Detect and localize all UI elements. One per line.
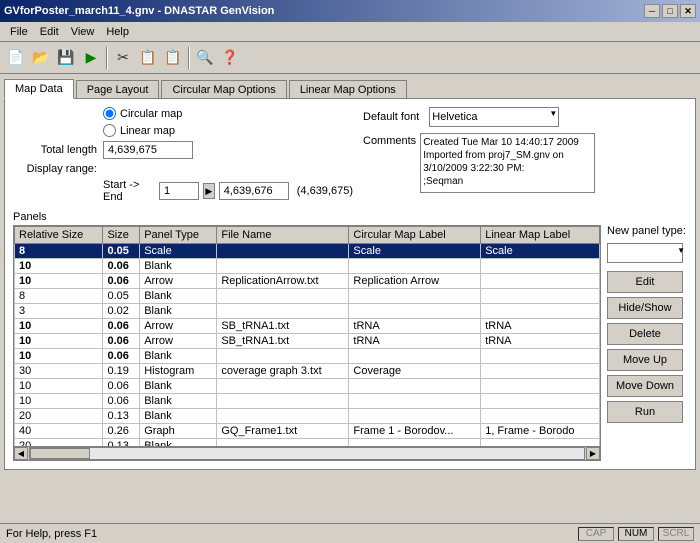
table-row[interactable]: 3 — [15, 304, 103, 319]
table-row[interactable]: 20 — [15, 409, 103, 424]
total-length-label: Total length — [13, 144, 103, 156]
default-font-label: Default font — [363, 111, 419, 123]
default-font-select[interactable]: Helvetica — [429, 107, 559, 127]
delete-button[interactable]: Delete — [607, 323, 683, 345]
status-help-text: For Help, press F1 — [6, 528, 97, 540]
col-panel-type: Panel Type — [140, 227, 217, 244]
table-row[interactable]: 10 — [15, 259, 103, 274]
panels-table: Relative Size Size Panel Type File Name … — [14, 226, 600, 446]
table-row[interactable]: 8 — [15, 244, 103, 259]
panels-table-wrapper: Relative Size Size Panel Type File Name … — [13, 225, 601, 461]
maximize-button[interactable]: □ — [662, 4, 678, 18]
table-row[interactable]: 30 — [15, 364, 103, 379]
toolbar-save[interactable]: 💾 — [54, 46, 78, 70]
horizontal-scrollbar[interactable]: ◀ ▶ — [14, 446, 600, 460]
scroll-right-btn[interactable]: ▶ — [586, 447, 600, 460]
menu-view[interactable]: View — [65, 24, 101, 40]
toolbar-sep-1 — [106, 47, 108, 69]
next-arrow-btn[interactable]: ▶ — [203, 183, 215, 199]
toolbar-run[interactable]: ▶ — [79, 46, 103, 70]
move-up-button[interactable]: Move Up — [607, 349, 683, 371]
table-row[interactable]: 40 — [15, 424, 103, 439]
scroll-left-btn[interactable]: ◀ — [14, 447, 28, 460]
menu-edit[interactable]: Edit — [34, 24, 65, 40]
toolbar-cut[interactable]: ✂ — [111, 46, 135, 70]
toolbar-help[interactable]: ❓ — [218, 46, 242, 70]
panel-buttons: New panel type: Edit Hide/Show Delete Mo… — [607, 225, 687, 461]
run-button[interactable]: Run — [607, 401, 683, 423]
toolbar-search[interactable]: 🔍 — [193, 46, 217, 70]
cap-indicator: CAP — [578, 527, 614, 541]
minimize-button[interactable]: ─ — [644, 4, 660, 18]
close-button[interactable]: ✕ — [680, 4, 696, 18]
tab-circular-options[interactable]: Circular Map Options — [161, 80, 286, 99]
panels-table-scroll[interactable]: Relative Size Size Panel Type File Name … — [14, 226, 600, 446]
edit-button[interactable]: Edit — [607, 271, 683, 293]
toolbar-paste[interactable]: 📋 — [161, 46, 185, 70]
circular-map-radio[interactable]: Circular map — [103, 107, 182, 120]
col-linear-label: Linear Map Label — [481, 227, 600, 244]
toolbar-open[interactable]: 📂 — [29, 46, 53, 70]
scroll-track[interactable] — [29, 447, 585, 460]
status-bar: For Help, press F1 CAP NUM SCRL — [0, 523, 700, 543]
panels-label: Panels — [13, 211, 687, 223]
tab-map-data[interactable]: Map Data — [4, 79, 74, 99]
comments-textarea[interactable] — [420, 133, 595, 193]
col-file-name: File Name — [217, 227, 349, 244]
table-row[interactable]: 10 — [15, 379, 103, 394]
title-bar: GVforPoster_march11_4.gnv - DNASTAR GenV… — [0, 0, 700, 22]
table-row[interactable]: 10 — [15, 319, 103, 334]
table-row[interactable]: 10 — [15, 394, 103, 409]
scrl-indicator: SCRL — [658, 527, 694, 541]
end-annotation: (4,639,675) — [297, 185, 353, 197]
start-end-label: Start -> End — [103, 179, 151, 203]
col-circular-label: Circular Map Label — [349, 227, 481, 244]
toolbar-new[interactable]: 📄 — [4, 46, 28, 70]
table-row[interactable]: 10 — [15, 334, 103, 349]
tab-page-layout[interactable]: Page Layout — [76, 80, 160, 99]
window-title: GVforPoster_march11_4.gnv - DNASTAR GenV… — [4, 5, 274, 17]
tab-content: Circular map Linear map Total length Dis… — [4, 98, 696, 470]
new-panel-type-label: New panel type: — [607, 225, 687, 237]
table-row[interactable]: 10 — [15, 349, 103, 364]
end-value-input[interactable] — [219, 182, 289, 200]
menu-file[interactable]: File — [4, 24, 34, 40]
num-indicator: NUM — [618, 527, 654, 541]
hide-show-button[interactable]: Hide/Show — [607, 297, 683, 319]
start-value-input[interactable] — [159, 182, 199, 200]
toolbar: 📄 📂 💾 ▶ ✂ 📋 📋 🔍 ❓ — [0, 42, 700, 74]
col-relative-size: Relative Size — [15, 227, 103, 244]
display-range-label: Display range: — [13, 163, 103, 175]
main-content: Map Data Page Layout Circular Map Option… — [0, 74, 700, 474]
table-row[interactable]: 10 — [15, 274, 103, 289]
total-length-input[interactable] — [103, 141, 193, 159]
menu-bar: File Edit View Help — [0, 22, 700, 42]
comments-label: Comments — [363, 133, 416, 147]
table-row[interactable]: 20 — [15, 439, 103, 447]
toolbar-copy[interactable]: 📋 — [136, 46, 160, 70]
toolbar-sep-2 — [188, 47, 190, 69]
tabs: Map Data Page Layout Circular Map Option… — [4, 78, 696, 98]
col-size: Size — [103, 227, 140, 244]
menu-help[interactable]: Help — [100, 24, 135, 40]
move-down-button[interactable]: Move Down — [607, 375, 683, 397]
table-row[interactable]: 8 — [15, 289, 103, 304]
new-panel-type-select[interactable] — [607, 243, 683, 263]
tab-linear-options[interactable]: Linear Map Options — [289, 80, 407, 99]
scroll-thumb[interactable] — [30, 448, 90, 459]
linear-map-radio[interactable]: Linear map — [103, 124, 182, 137]
